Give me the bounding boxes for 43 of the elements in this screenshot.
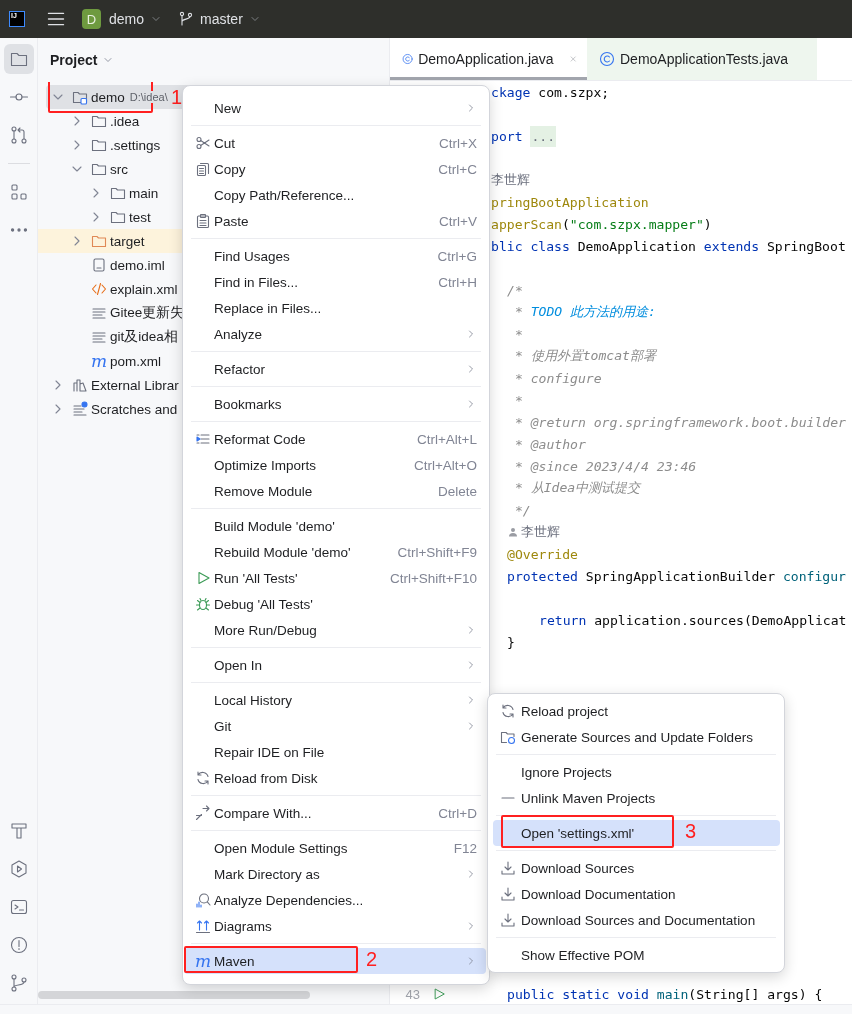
code-line: 李世辉 (521, 523, 560, 541)
keyboard-shortcut: Ctrl+Shift+F9 (397, 544, 477, 560)
keyboard-shortcut: Delete (437, 483, 477, 499)
code-line: port ... (491, 128, 557, 144)
annotation-number: 3 (685, 820, 697, 842)
code-line: blic class DemoApplication extends SpringBoot (491, 238, 846, 254)
keyboard-shortcut: Ctrl+G (437, 248, 477, 264)
code-line: * (513, 392, 523, 408)
code-line: * 从Idea中测试提交 (513, 479, 641, 497)
project-badge: D (82, 9, 101, 29)
code-line: } (507, 634, 515, 650)
keyboard-shortcut: Ctrl+H (438, 274, 477, 290)
code-line: * 使用外置tomcat部署 (513, 347, 656, 365)
keyboard-shortcut: Ctrl+Alt+L (416, 431, 477, 447)
annotation-number: 2 (366, 948, 378, 970)
keyboard-shortcut: Ctrl+D (438, 805, 477, 821)
code-line: * TODO 此方法的用途: (513, 303, 656, 321)
code-line: pringBootApplication (491, 194, 649, 210)
code-line: * (513, 326, 523, 342)
code-line: public static void main(String[] args) { (507, 986, 823, 1002)
code-line: @Override (507, 546, 578, 562)
code-line: 李世辉 (491, 171, 530, 189)
keyboard-shortcut: F12 (453, 840, 477, 856)
maven-icon: m (91, 353, 107, 369)
code-line: protected SpringApplicationBuilder configur (507, 568, 846, 584)
annotation-number: 1 (171, 86, 183, 108)
file-path: D:\idea\ (129, 91, 168, 103)
code-line: apperScan("com.szpx.mapper") (491, 216, 712, 232)
line-number: 43 (404, 986, 420, 1002)
keyboard-shortcut: Ctrl+C (438, 161, 477, 177)
code-line: * @since 2023/4/4 23:46 (513, 458, 697, 474)
keyboard-shortcut: Ctrl+Shift+F10 (389, 570, 477, 586)
maven-icon: m (195, 953, 211, 969)
code-line: * @author (513, 436, 586, 452)
code-line: ckage com.szpx; (491, 84, 610, 100)
keyboard-shortcut: Ctrl+X (439, 135, 477, 151)
keyboard-shortcut: Ctrl+Alt+O (413, 457, 477, 473)
code-line: * configure (513, 370, 602, 386)
code-line: return application.sources(DemoApplicat (539, 612, 847, 628)
code-line: /* (507, 282, 523, 298)
code-line: * @return org.springframework.boot.builder (513, 414, 846, 430)
keyboard-shortcut: Ctrl+V (439, 213, 477, 229)
code-line: */ (513, 502, 531, 518)
